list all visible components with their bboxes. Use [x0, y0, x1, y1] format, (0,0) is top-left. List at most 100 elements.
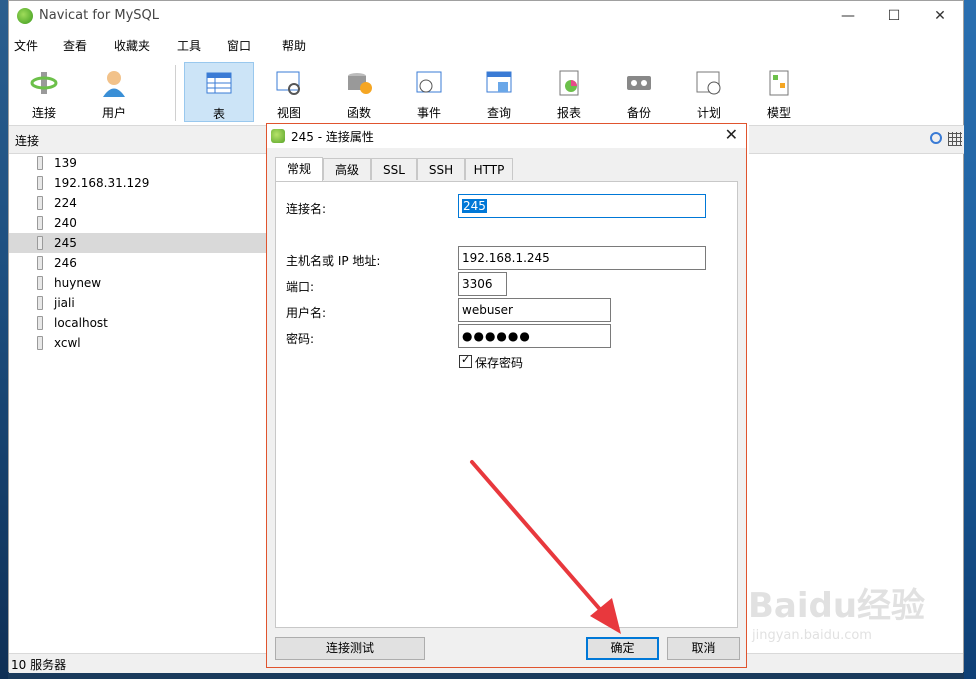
connection-item[interactable]: jiali — [9, 293, 267, 313]
host-field[interactable]: 192.168.1.245 — [458, 246, 706, 270]
connection-item[interactable]: 192.168.31.129 — [9, 173, 267, 193]
toolbar-report-label: 报表 — [556, 106, 581, 120]
toolbar-model-button[interactable]: 模型 — [744, 62, 814, 122]
menu-view[interactable]: 查看 — [63, 37, 87, 54]
connection-item[interactable]: 246 — [9, 253, 267, 273]
toolbar-event-label: 事件 — [416, 106, 441, 120]
connection-name: 224 — [54, 196, 77, 210]
dialog-title-bar: 245 - 连接属性 ✕ — [267, 124, 746, 148]
tab-ssl[interactable]: SSL — [371, 158, 417, 180]
password-label: 密码: — [286, 332, 315, 346]
connection-icon — [37, 236, 43, 250]
table-icon — [206, 72, 232, 94]
event-icon — [416, 71, 442, 93]
tab-http[interactable]: HTTP — [465, 158, 513, 180]
title-bar: Navicat for MySQL — ☐ ✕ — [9, 1, 963, 31]
report-icon — [559, 70, 579, 96]
connection-item[interactable]: huynew — [9, 273, 267, 293]
username-field[interactable]: webuser — [458, 298, 611, 322]
watermark: Baidu经验 jingyan.baidu.com — [748, 578, 928, 658]
connection-properties-dialog: 245 - 连接属性 ✕ 常规 高级 SSL SSH HTTP 连接名: 245… — [266, 123, 747, 668]
connection-icon — [37, 156, 43, 170]
connection-name: 245 — [54, 236, 77, 250]
user-icon — [103, 71, 125, 97]
connection-name: 139 — [54, 156, 77, 170]
connection-list: 139 192.168.31.129 224 240 245 246 huyne… — [9, 153, 267, 353]
connection-icon — [37, 196, 43, 210]
menu-file[interactable]: 文件 — [14, 37, 38, 54]
connection-name-field[interactable]: 245 — [458, 194, 706, 218]
toolbar-separator — [175, 65, 176, 121]
toolbar-table-label: 表 — [212, 107, 225, 121]
object-panel-header — [749, 125, 964, 154]
toolbar-query-button[interactable]: 查询 — [464, 62, 534, 122]
save-password-label: 保存密码 — [475, 356, 524, 370]
connection-icon — [271, 129, 285, 143]
connection-icon — [37, 336, 43, 350]
model-icon — [769, 70, 789, 96]
connection-item[interactable]: 139 — [9, 153, 267, 173]
toolbar-connection-button[interactable]: 连接 — [9, 62, 79, 122]
toolbar-model-label: 模型 — [766, 106, 791, 120]
connection-item[interactable]: 240 — [9, 213, 267, 233]
backup-icon — [627, 76, 651, 90]
port-label: 端口: — [286, 280, 315, 294]
dialog-close-button[interactable]: ✕ — [725, 125, 738, 144]
connection-item[interactable]: xcwl — [9, 333, 267, 353]
save-password-checkbox[interactable] — [459, 353, 472, 368]
connection-panel-title: 连接 — [15, 134, 40, 148]
connection-icon — [37, 216, 43, 230]
menu-tools[interactable]: 工具 — [177, 37, 201, 54]
toolbar-event-button[interactable]: 事件 — [394, 62, 464, 122]
connection-name: huynew — [54, 276, 102, 290]
toolbar-query-label: 查询 — [486, 106, 511, 120]
connection-name: xcwl — [54, 336, 81, 350]
connection-item[interactable]: localhost — [9, 313, 267, 333]
minimize-button[interactable]: — — [825, 1, 871, 31]
status-text: 10 服务器 — [11, 658, 67, 672]
menu-favorites[interactable]: 收藏夹 — [114, 37, 150, 54]
connection-item[interactable]: 224 — [9, 193, 267, 213]
app-title: Navicat for MySQL — [39, 8, 159, 23]
host-label: 主机名或 IP 地址: — [286, 254, 381, 268]
toolbar-schedule-button[interactable]: 计划 — [674, 62, 744, 122]
search-icon[interactable] — [930, 132, 942, 144]
toolbar-user-label: 用户 — [101, 106, 126, 120]
toolbar-user-button[interactable]: 用户 — [79, 62, 149, 122]
cancel-button[interactable]: 取消 — [667, 637, 740, 660]
tab-advanced[interactable]: 高级 — [323, 158, 371, 180]
toolbar-report-button[interactable]: 报表 — [534, 62, 604, 122]
dialog-title: 245 - 连接属性 — [291, 130, 374, 144]
toolbar-view-button[interactable]: 视图 — [254, 62, 324, 122]
connection-name: 240 — [54, 216, 77, 230]
toolbar-table-button[interactable]: 表 — [184, 62, 254, 122]
connection-item-selected[interactable]: 245 — [9, 233, 267, 253]
connection-name: 246 — [54, 256, 77, 270]
toolbar-view-label: 视图 — [276, 106, 301, 120]
toolbar-connection-label: 连接 — [31, 106, 56, 120]
password-field[interactable]: ●●●●●● — [458, 324, 611, 348]
watermark-main: Baidu经验 — [748, 586, 926, 626]
port-field[interactable]: 3306 — [458, 272, 507, 296]
grid-view-icon[interactable] — [948, 132, 962, 146]
username-label: 用户名: — [286, 306, 327, 320]
test-connection-button[interactable]: 连接测试 — [275, 637, 425, 660]
toolbar-function-button[interactable]: 函数 — [324, 62, 394, 122]
toolbar-function-label: 函数 — [346, 106, 371, 120]
desktop-background-right — [964, 0, 976, 679]
maximize-button[interactable]: ☐ — [871, 1, 917, 31]
close-button[interactable]: ✕ — [917, 1, 963, 31]
connection-name: localhost — [54, 316, 108, 330]
connection-icon — [37, 296, 43, 310]
connection-icon — [37, 256, 43, 270]
tab-ssh[interactable]: SSH — [417, 158, 465, 180]
menu-window[interactable]: 窗口 — [227, 37, 251, 54]
general-tab-panel: 连接名: 245 主机名或 IP 地址: 192.168.1.245 端口: 3… — [275, 181, 738, 628]
ok-button[interactable]: 确定 — [586, 637, 659, 660]
toolbar-backup-button[interactable]: 备份 — [604, 62, 674, 122]
connection-name-label: 连接名: — [286, 202, 327, 216]
watermark-sub: jingyan.baidu.com — [752, 628, 872, 643]
toolbar-backup-label: 备份 — [626, 106, 651, 120]
menu-help[interactable]: 帮助 — [282, 37, 306, 54]
tab-general[interactable]: 常规 — [275, 157, 323, 181]
